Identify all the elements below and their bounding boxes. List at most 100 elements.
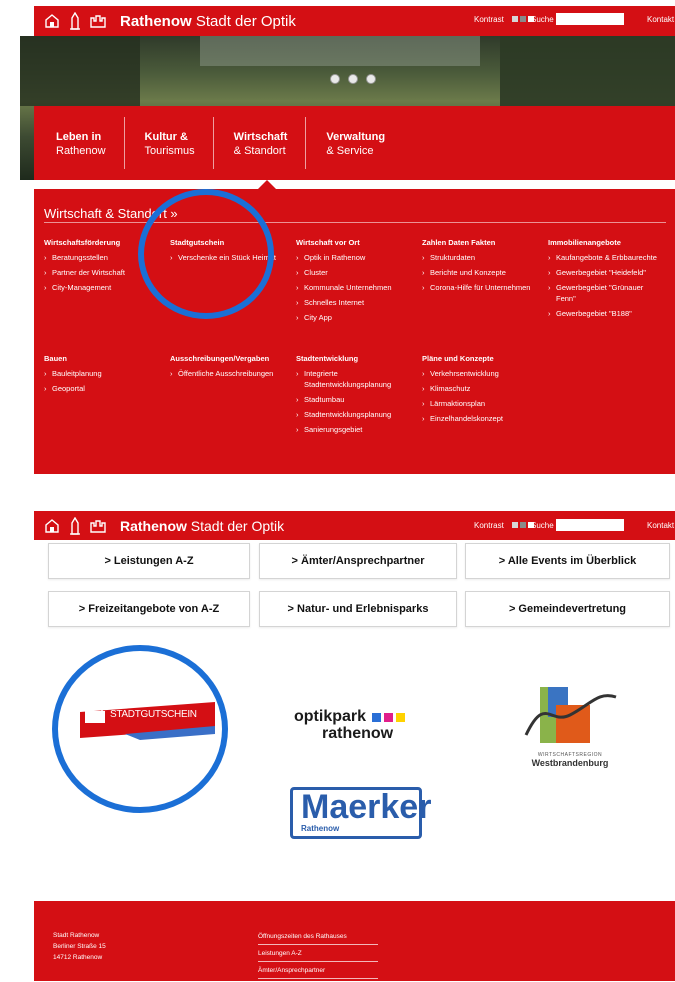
slider-dot-1[interactable] — [330, 74, 340, 84]
castle-icon — [90, 519, 106, 533]
castle-icon — [90, 15, 106, 28]
mega-menu-list: Kaufangebote & Erbbaurechte Gewerbegebiet… — [548, 252, 658, 319]
color-square-magenta — [384, 712, 394, 722]
quicklink-leistungen[interactable]: > Leistungen A-Z — [48, 543, 250, 579]
mega-menu-link[interactable]: Cluster — [296, 267, 416, 278]
nav-sublabel: Rathenow — [56, 145, 106, 157]
mega-menu-link[interactable]: Integrierte Stadtentwicklungsplanung — [296, 368, 416, 390]
search-input[interactable] — [556, 519, 624, 531]
mega-menu-column: Wirtschaft vor Ort Optik in Rathenow Clust… — [296, 237, 416, 327]
mega-menu-link[interactable]: Einzelhandelskonzept — [422, 413, 542, 424]
slider-dots — [330, 74, 376, 84]
nav-label: Wirtschaft — [233, 131, 288, 143]
contrast-label: Kontrast — [474, 521, 504, 530]
contrast-option-light[interactable] — [512, 522, 518, 528]
contact-link[interactable]: Kontakt — [647, 15, 674, 24]
mega-menu-link[interactable]: Kaufangebote & Erbbaurechte — [548, 252, 658, 263]
city-logo[interactable] — [44, 516, 106, 535]
mega-menu-link[interactable]: Kommunale Unternehmen — [296, 282, 416, 293]
search-input[interactable] — [556, 13, 624, 25]
brand-name: Rathenow — [120, 12, 192, 30]
contrast-option-grey[interactable] — [520, 522, 526, 528]
site-footer: Stadt Rathenow Berliner Straße 15 14712 … — [34, 901, 675, 981]
mega-menu-link[interactable]: Öffentliche Ausschreibungen — [170, 368, 290, 379]
contrast-option-grey[interactable] — [520, 16, 526, 22]
mega-menu-link[interactable]: Stadtumbau — [296, 394, 416, 405]
mega-menu-heading[interactable]: Wirtschaft vor Ort — [296, 237, 416, 248]
quicklink-aemter[interactable]: > Ämter/Ansprechpartner — [259, 543, 457, 579]
hero-image-trees-right — [500, 36, 675, 106]
mega-menu-link[interactable]: City App — [296, 312, 416, 323]
contact-link[interactable]: Kontakt — [647, 521, 674, 530]
mega-menu-heading[interactable]: Immobilienangebote — [548, 237, 658, 248]
mega-menu-list: Strukturdaten Berichte und Konzepte Corona… — [422, 252, 542, 293]
mega-menu-link[interactable]: Gewerbegebiet "Grünauer Fenn" — [548, 282, 658, 304]
site-brand[interactable]: Rathenow Stadt der Optik — [120, 13, 296, 30]
tower-icon — [70, 12, 80, 30]
quicklink-freizeit[interactable]: > Freizeitangebote von A-Z — [48, 591, 250, 627]
footer-link-oeffnungszeiten[interactable]: Öffnungszeiten des Rathauses — [258, 931, 378, 945]
nav-label: Verwaltung — [326, 131, 386, 143]
mega-menu-heading[interactable]: Zahlen Daten Fakten — [422, 237, 542, 248]
slider-dot-3[interactable] — [366, 74, 376, 84]
westbrandenburg-logo[interactable]: WIRTSCHAFTSREGION Westbrandenburg — [520, 685, 620, 768]
mega-menu-heading[interactable]: Ausschreibungen/Vergaben — [170, 353, 290, 364]
mega-menu-link[interactable]: Verkehrsentwicklung — [422, 368, 542, 379]
mega-menu-link[interactable]: Optik in Rathenow — [296, 252, 416, 263]
mega-menu-link[interactable]: Lärmaktionsplan — [422, 398, 542, 409]
contrast-label: Kontrast — [474, 15, 504, 24]
nav-sublabel: & Standort — [233, 145, 286, 157]
mega-menu-list: Öffentliche Ausschreibungen — [170, 368, 290, 379]
mega-menu-column: Zahlen Daten Fakten Strukturdaten Berichte… — [422, 237, 542, 297]
mega-menu-link[interactable]: Gewerbegebiet "Heidefeld" — [548, 267, 658, 278]
nav-verwaltung-service[interactable]: Verwaltung & Service — [326, 117, 403, 169]
mega-menu-column: Ausschreibungen/Vergaben Öffentliche Auss… — [170, 353, 290, 383]
footer-address-line: Stadt Rathenow — [53, 932, 100, 939]
search-label: Suche — [531, 521, 554, 530]
mega-menu-link[interactable]: Klimaschutz — [422, 383, 542, 394]
nav-wirtschaft-standort[interactable]: Wirtschaft & Standort — [234, 117, 307, 169]
mega-menu-heading[interactable]: Bauen — [44, 353, 164, 364]
contrast-option-light[interactable] — [512, 16, 518, 22]
nav-kultur-tourismus[interactable]: Kultur & Tourismus — [145, 117, 214, 169]
tower-icon — [70, 516, 80, 535]
optikpark-subtext: rathenow — [322, 725, 394, 742]
mega-menu-link[interactable]: Corona-Hilfe für Unternehmen — [422, 282, 542, 293]
search-label: Suche — [531, 15, 554, 24]
church-icon — [45, 518, 59, 533]
mega-menu-link[interactable]: Bauleitplanung — [44, 368, 164, 379]
mega-menu-column: Immobilienangebote Kaufangebote & Erbbaur… — [548, 237, 658, 323]
quicklink-gemeindevertretung[interactable]: > Gemeindevertretung — [465, 591, 670, 627]
footer-address: Stadt Rathenow Berliner Straße 15 14712 … — [53, 930, 106, 963]
footer-address-line: Berliner Straße 15 — [53, 943, 106, 950]
city-logo[interactable] — [44, 12, 106, 30]
color-square-yellow — [396, 712, 406, 722]
mega-menu-column: Pläne und Konzepte Verkehrsentwicklung Kli… — [422, 353, 542, 428]
mega-menu-link[interactable]: Schnelles Internet — [296, 297, 416, 308]
optikpark-logo[interactable]: optikpark rathenow — [294, 708, 424, 746]
church-icon — [45, 14, 59, 28]
footer-link-aemter[interactable]: Ämter/Ansprechpartner — [258, 965, 378, 979]
mega-menu-heading[interactable]: Pläne und Konzepte — [422, 353, 542, 364]
site-brand[interactable]: Rathenow Stadt der Optik — [120, 518, 284, 534]
mega-menu-list: Verkehrsentwicklung Klimaschutz Lärmaktion… — [422, 368, 542, 424]
highlight-circle-stadtgutschein-logo — [52, 645, 228, 813]
quicklink-natur[interactable]: > Natur- und Erlebnisparks — [259, 591, 457, 627]
mega-menu-link[interactable]: Strukturdaten — [422, 252, 542, 263]
mega-menu-link[interactable]: Berichte und Konzepte — [422, 267, 542, 278]
nav-leben-in-rathenow[interactable]: Leben in Rathenow — [56, 117, 125, 169]
mega-menu-link[interactable]: Sanierungsgebiet — [296, 424, 416, 435]
maerker-logo[interactable]: Maerker Rathenow — [290, 787, 431, 839]
nav-label: Kultur & — [144, 131, 188, 143]
mega-menu-link[interactable]: Stadtentwicklungsplanung — [296, 409, 416, 420]
mega-menu-link[interactable]: Gewerbegebiet "B188" — [548, 308, 658, 319]
slider-dot-2[interactable] — [348, 74, 358, 84]
mega-menu-heading[interactable]: Stadtentwicklung — [296, 353, 416, 364]
footer-link-leistungen[interactable]: Leistungen A-Z — [258, 948, 378, 962]
mega-menu-list: Integrierte Stadtentwicklungsplanung Stad… — [296, 368, 416, 435]
mega-menu-link[interactable]: Geoportal — [44, 383, 164, 394]
quicklink-events[interactable]: > Alle Events im Überblick — [465, 543, 670, 579]
nav-sublabel: Tourismus — [144, 145, 195, 157]
mega-menu-list: Bauleitplanung Geoportal — [44, 368, 164, 394]
footer-address-line: 14712 Rathenow — [53, 954, 103, 961]
